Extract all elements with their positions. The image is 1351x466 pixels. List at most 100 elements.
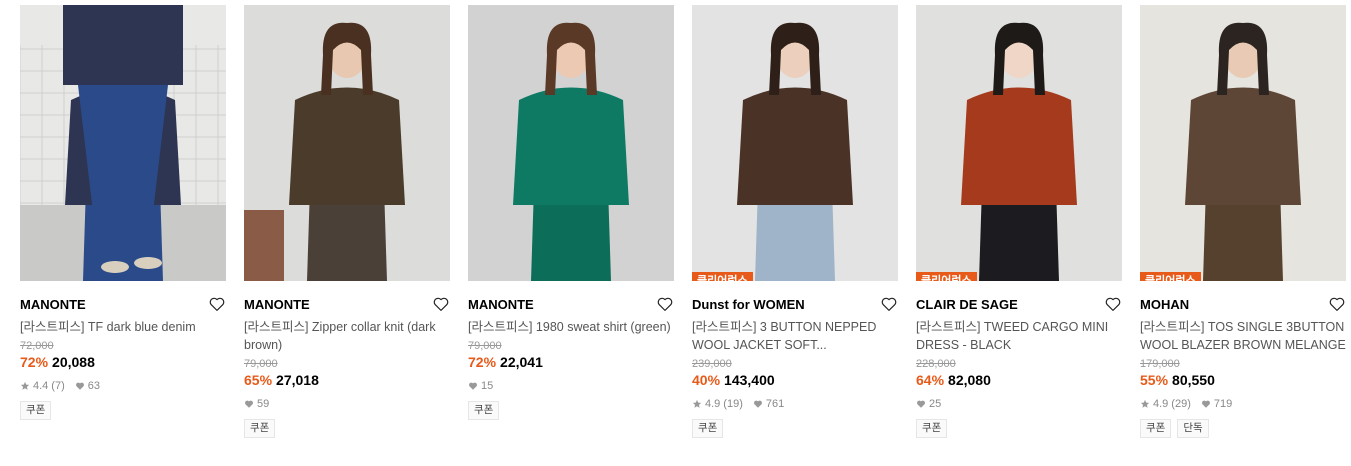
star-icon	[692, 399, 702, 408]
heart-filled-icon	[917, 400, 925, 408]
product-card[interactable]: 클리어런스 MOHAN [라스트피스] TOS SINGLE 3BUTTON WOO…	[1140, 5, 1346, 438]
product-card[interactable]: MANONTE [라스트피스] 1980 sweat shirt (green) 7…	[468, 5, 674, 438]
discount-rate: 55%	[1140, 372, 1169, 388]
product-card[interactable]: MANONTE [라스트피스] TF dark blue denim 72,000 7…	[20, 5, 226, 438]
original-price: 228,000	[916, 358, 956, 370]
price-row: 72% 22,041	[468, 353, 674, 371]
heart-filled-icon	[1201, 400, 1210, 408]
original-price: 79,000	[468, 340, 502, 352]
sale-price: 80,550	[1172, 372, 1215, 388]
heart-filled-icon	[245, 400, 253, 408]
original-price: 179,000	[1140, 358, 1180, 370]
clearance-badge: 클리어런스	[692, 272, 753, 281]
tag-list: 쿠폰	[916, 419, 1122, 438]
tag-list: 쿠폰 단독	[1140, 419, 1346, 438]
discount-rate: 64%	[916, 372, 945, 388]
like-count: 761	[753, 398, 784, 410]
discount-rate: 72%	[468, 354, 497, 370]
product-photo	[1140, 5, 1346, 281]
brand-row: MANONTE	[20, 295, 226, 313]
discount-rate: 40%	[692, 372, 721, 388]
like-button[interactable]	[1328, 295, 1346, 313]
product-stats: 25	[916, 397, 1122, 411]
star-icon	[1140, 399, 1150, 408]
brand-name[interactable]: CLAIR DE SAGE	[916, 297, 1018, 312]
product-photo	[692, 5, 898, 281]
brand-name[interactable]: MANONTE	[244, 297, 310, 312]
product-name[interactable]: [라스트피스] TF dark blue denim	[20, 318, 226, 336]
brand-row: Dunst for WOMEN	[692, 295, 898, 313]
product-photo	[244, 5, 450, 281]
like-count: 25	[916, 398, 941, 410]
product-image[interactable]	[20, 5, 226, 281]
product-stats: 4.4 (7) 63	[20, 379, 226, 393]
like-button[interactable]	[432, 295, 450, 313]
tag: 쿠폰	[244, 419, 276, 438]
product-name[interactable]: [라스트피스] 3 BUTTON NEPPED WOOL JACKET SOFT…	[692, 318, 898, 354]
review-count: (19)	[723, 398, 743, 410]
product-image[interactable]: 클리어런스	[692, 5, 898, 281]
brand-row: CLAIR DE SAGE	[916, 295, 1122, 313]
discount-rate: 72%	[20, 354, 49, 370]
sale-price: 143,400	[724, 372, 775, 388]
like-count: 719	[1201, 398, 1232, 410]
rating-value: 4.9	[705, 398, 721, 410]
like-count-value: 761	[765, 398, 785, 410]
sale-price: 20,088	[52, 354, 95, 370]
product-photo	[20, 5, 226, 281]
like-button[interactable]	[656, 295, 674, 313]
product-name[interactable]: [라스트피스] TOS SINGLE 3BUTTON WOOL BLAZER B…	[1140, 318, 1346, 354]
brand-row: MANONTE	[468, 295, 674, 313]
product-name[interactable]: [라스트피스] 1980 sweat shirt (green)	[468, 318, 674, 336]
like-count-value: 719	[1213, 398, 1233, 410]
tag: 쿠폰	[1140, 419, 1172, 438]
price-row: 65% 27,018	[244, 371, 450, 389]
review-count: (29)	[1171, 398, 1191, 410]
product-stats: 4.9 (29) 719	[1140, 397, 1346, 411]
discount-rate: 65%	[244, 372, 273, 388]
rating: 4.9 (29)	[1140, 398, 1191, 410]
tag: 쿠폰	[20, 401, 52, 420]
tag-list: 쿠폰	[692, 419, 898, 438]
rating-value: 4.9	[1153, 398, 1169, 410]
price-row: 72% 20,088	[20, 353, 226, 371]
product-stats: 59	[244, 397, 450, 411]
product-card[interactable]: MANONTE [라스트피스] Zipper collar knit (dark …	[244, 5, 450, 438]
tag-list: 쿠폰	[244, 419, 450, 438]
product-card[interactable]: 클리어런스 Dunst for WOMEN [라스트피스] 3 BUTTON NEP…	[692, 5, 898, 438]
original-price: 72,000	[20, 340, 54, 352]
brand-name[interactable]: MOHAN	[1140, 297, 1189, 312]
sale-price: 22,041	[500, 354, 543, 370]
product-grid: MANONTE [라스트피스] TF dark blue denim 72,000 7…	[20, 5, 1346, 438]
like-count: 63	[75, 380, 100, 392]
product-image[interactable]: 클리어런스	[1140, 5, 1346, 281]
brand-name[interactable]: MANONTE	[468, 297, 534, 312]
original-price: 79,000	[244, 358, 278, 370]
rating: 4.4 (7)	[20, 380, 65, 392]
like-button[interactable]	[1104, 295, 1122, 313]
like-button[interactable]	[880, 295, 898, 313]
like-count-value: 15	[481, 380, 494, 392]
heart-outline-icon	[209, 297, 225, 311]
tag-list: 쿠폰	[20, 401, 226, 420]
rating-value: 4.4	[33, 380, 49, 392]
review-count: (7)	[51, 380, 65, 392]
star-icon	[20, 381, 30, 390]
tag: 쿠폰	[692, 419, 724, 438]
clearance-badge: 클리어런스	[1140, 272, 1201, 281]
product-name[interactable]: [라스트피스] Zipper collar knit (dark brown)	[244, 318, 450, 354]
product-image[interactable]	[468, 5, 674, 281]
like-button[interactable]	[208, 295, 226, 313]
like-count-value: 59	[257, 398, 270, 410]
product-photo	[916, 5, 1122, 281]
like-count: 15	[468, 380, 493, 392]
product-card[interactable]: 클리어런스 CLAIR DE SAGE [라스트피스] TWEED CARGO MI…	[916, 5, 1122, 438]
product-name[interactable]: [라스트피스] TWEED CARGO MINI DRESS - BLACK	[916, 318, 1122, 354]
product-image[interactable]	[244, 5, 450, 281]
clearance-badge: 클리어런스	[916, 272, 977, 281]
brand-name[interactable]: MANONTE	[20, 297, 86, 312]
rating: 4.9 (19)	[692, 398, 743, 410]
brand-name[interactable]: Dunst for WOMEN	[692, 297, 805, 312]
product-image[interactable]: 클리어런스	[916, 5, 1122, 281]
like-count-value: 63	[87, 380, 100, 392]
